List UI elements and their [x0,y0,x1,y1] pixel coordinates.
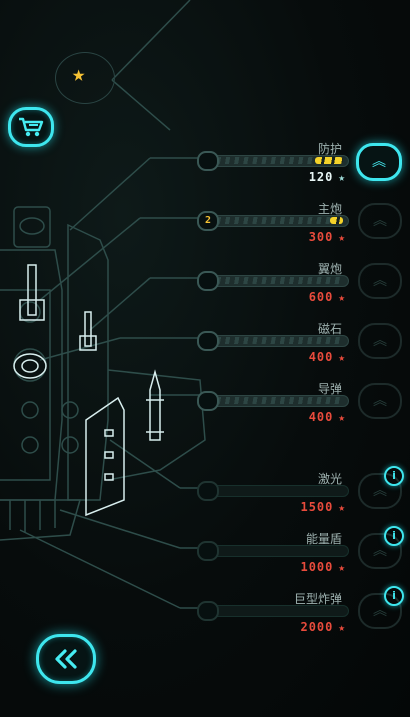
upgrade-row: 翼炮 600 ★ ︽ [195,260,410,316]
upgrade-cost: 300 ★ [309,230,346,244]
upgrade-cost: 1500 ★ [300,500,346,514]
shopping-cart-icon [19,117,44,137]
star-icon: ★ [338,171,346,184]
star-icon: ★ [338,501,346,514]
upgrade-progress-track [197,605,349,617]
upgrade-cost: 400 ★ [309,350,346,364]
level-knob [197,601,219,621]
double-chevron-up-icon: ︽ [373,333,387,349]
cost-value: 1000 [300,560,334,574]
star-icon: ★ [338,411,346,424]
upgrade-progress-fill [330,217,343,224]
upgrade-button[interactable]: ︽ [358,383,402,419]
star-icon: ★ [338,351,346,364]
double-chevron-up-icon: ︽ [373,273,387,289]
double-chevron-left-icon [55,649,77,669]
upgrade-row: 磁石 400 ★ ︽ [195,320,410,376]
double-chevron-up-icon: ︽ [373,483,387,499]
cost-value: 600 [308,290,334,304]
level-knob: 2 [197,211,219,231]
cost-value: 120 [308,170,334,184]
upgrade-button[interactable]: ︽ [358,263,402,299]
upgrade-progress-track [197,545,349,557]
upgrade-row: 导弹 400 ★ ︽ [195,380,410,436]
upgrade-row: 主炮 2 300 ★ ︽ [195,200,410,256]
double-chevron-up-icon: ︽ [373,393,387,409]
star-icon: ★ [338,561,346,574]
upgrade-row: 巨型炸弹 2000 ★ ︽ i [195,586,410,646]
upgrade-button[interactable]: ︽ [358,323,402,359]
star-icon: ★ [338,291,346,304]
shop-cart-button[interactable] [8,107,54,147]
upgrade-progress-fill [315,157,343,164]
level-knob [197,391,219,411]
cost-value: 1500 [300,500,334,514]
level-knob [197,331,219,351]
progress-segments [217,397,343,404]
cost-value: 300 [308,230,334,244]
progress-segments [217,337,343,344]
upgrade-button[interactable]: ︽ [356,143,402,181]
back-button[interactable] [36,634,96,684]
info-icon[interactable]: i [384,466,404,486]
star-icon: ★ [338,621,346,634]
level-knob [197,271,219,291]
upgrade-button[interactable]: ︽ [358,203,402,239]
cost-value: 400 [308,410,334,424]
level-number: 2 [204,215,212,226]
cost-value: 400 [308,350,334,364]
upgrade-progress-track [197,485,349,497]
upgrade-cost: 600 ★ [309,290,346,304]
double-chevron-up-icon: ︽ [373,543,387,559]
upgrade-row: 能量盾 1000 ★ ︽ i [195,526,410,586]
cost-value: 2000 [300,620,334,634]
upgrade-row: 激光 1500 ★ ︽ i [195,466,410,526]
level-knob [197,151,219,171]
upgrade-cost: 400 ★ [309,410,346,424]
info-icon[interactable]: i [384,586,404,606]
star-icon: ★ [72,62,86,87]
double-chevron-up-icon: ︽ [373,603,387,619]
progress-segments [217,277,343,284]
star-icon: ★ [338,231,346,244]
progress-segments [217,217,343,224]
upgrade-cost: 120 ★ [309,170,346,184]
level-knob [197,541,219,561]
upgrade-row: 防护 120 ★ ︽ [195,140,410,196]
double-chevron-up-icon: ︽ [373,213,387,229]
upgrade-cost: 1000 ★ [300,560,346,574]
level-knob [197,481,219,501]
upgrade-cost: 2000 ★ [300,620,346,634]
info-icon[interactable]: i [384,526,404,546]
double-chevron-up-icon: ︽ [372,154,386,170]
